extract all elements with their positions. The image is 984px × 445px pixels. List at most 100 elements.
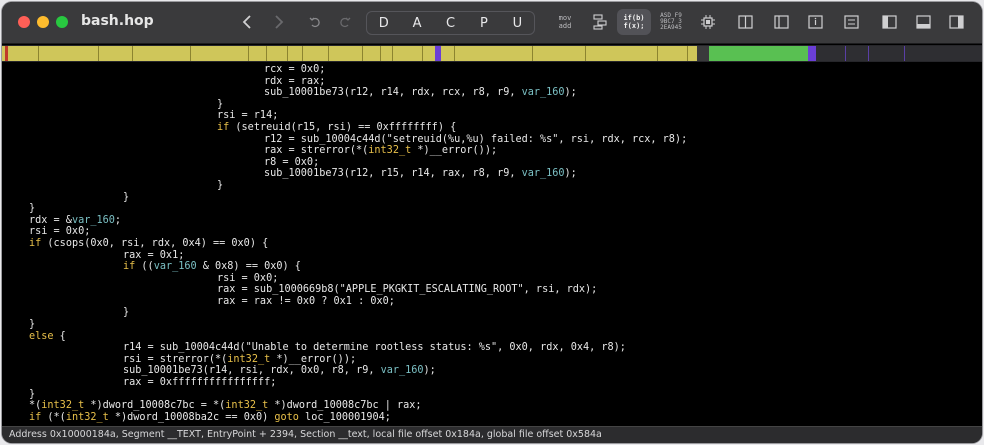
code-line[interactable]: sub_10001be73(r12, r14, rdx, rcx, r8, r9…: [29, 87, 982, 99]
code-token: rsi = r14;: [217, 110, 279, 122]
segment-navigation-bar[interactable]: [2, 45, 982, 62]
code-line[interactable]: sub_10001be73(r12, r15, r14, rax, r8, r9…: [29, 168, 982, 180]
code-line[interactable]: rax = 0xffffffffffffffff;: [29, 377, 982, 389]
mov-label: mov: [558, 14, 572, 22]
segment-divider: [328, 46, 329, 61]
code-line[interactable]: rsi = 0x0;: [29, 226, 982, 238]
keyword-token: if: [217, 121, 230, 133]
code-line[interactable]: }: [29, 180, 982, 192]
toggle-right-sidebar-icon[interactable]: [946, 10, 966, 34]
segment-tick: [868, 46, 869, 61]
code-line[interactable]: if (setreuid(r15, rsi) == 0xffffffff) {: [29, 122, 982, 134]
code-token: *)__error());: [411, 145, 498, 157]
pseudocode-view[interactable]: rcx = 0x0; rdx = rax; sub_10001be73(r12, r…: [2, 62, 982, 426]
toggle-left-sidebar-icon[interactable]: [879, 10, 899, 34]
code-line[interactable]: else {: [29, 331, 982, 343]
segment-divider: [266, 46, 267, 61]
code-token: rax = sub_1000669b8("APPLE_PKGKIT_ESCALA…: [217, 284, 598, 296]
undo-icon[interactable]: [307, 10, 323, 34]
code-token: );: [564, 87, 577, 99]
keyword-token: if: [29, 411, 42, 423]
code-token: rax = 0xffffffffffffffff;: [123, 377, 277, 389]
code-line[interactable]: }: [29, 307, 982, 319]
code-line[interactable]: rax = sub_1000669b8("APPLE_PKGKIT_ESCALA…: [29, 284, 982, 296]
code-line[interactable]: rsi = strerror(*(int32_t *)__error());: [29, 354, 982, 366]
segment-tick: [904, 46, 905, 61]
assembly-view-button[interactable]: mov add: [552, 10, 578, 34]
window-title: bash.hop: [81, 13, 154, 29]
code-line[interactable]: }: [29, 389, 982, 401]
hex-view-button[interactable]: ASD F9 9BC7 3 2EA945: [656, 10, 686, 34]
variable-token: var_160: [71, 214, 115, 226]
back-arrow-icon[interactable]: [238, 10, 256, 34]
if-label: if(b): [623, 14, 645, 22]
segment-tick: [845, 46, 846, 61]
minimize-window-button[interactable]: [37, 16, 49, 28]
code-line[interactable]: r12 = sub_10004c44d("setreuid(%u,%u) fai…: [29, 134, 982, 146]
empty-region: [816, 46, 982, 61]
code-line[interactable]: }: [29, 319, 982, 331]
code-line[interactable]: rdx = rax;: [29, 76, 982, 88]
cpu-icon[interactable]: [698, 10, 718, 34]
mode-undefined-button[interactable]: U: [501, 12, 534, 34]
code-line[interactable]: rax = 0x1;: [29, 250, 982, 262]
keyword-token: else: [29, 330, 54, 342]
mode-ascii-button[interactable]: A: [400, 12, 433, 34]
mode-data-button[interactable]: D: [367, 12, 400, 34]
mode-procedure-button[interactable]: P: [467, 12, 500, 34]
segment-divider: [362, 46, 363, 61]
code-line[interactable]: }: [29, 99, 982, 111]
code-token: r8 = 0x0;: [264, 156, 320, 168]
app-window: bash.hop D A C P U mov add if(b) f(x); A…: [2, 2, 982, 443]
code-line[interactable]: *(int32_t *)dword_10008c7bc = *(int32_t …: [29, 400, 982, 412]
segment-divider: [302, 46, 303, 61]
cfg-view-icon[interactable]: [590, 10, 610, 34]
keyword-token: if: [29, 237, 42, 249]
code-token: }: [29, 388, 36, 400]
variable-token: var_160: [521, 168, 565, 180]
hex-label-3: 2EA945: [660, 24, 682, 31]
gap-region: [697, 46, 709, 61]
zoom-window-button[interactable]: [56, 16, 68, 28]
code-token: }: [217, 179, 224, 191]
segment-divider: [380, 46, 381, 61]
toggle-bottom-panel-icon[interactable]: [913, 10, 933, 34]
close-window-button[interactable]: [18, 16, 30, 28]
segment-divider: [190, 46, 191, 61]
code-line[interactable]: sub_10001be73(r14, rsi, rdx, 0x0, r8, r9…: [29, 365, 982, 377]
code-token: );: [564, 168, 577, 180]
info-panel-icon[interactable]: [805, 10, 825, 34]
code-line[interactable]: if (csops(0x0, rsi, rdx, 0x4) == 0x0) {: [29, 238, 982, 250]
code-line[interactable]: }: [29, 203, 982, 215]
code-line[interactable]: rsi = 0x0;: [29, 273, 982, 285]
segment-map: [2, 46, 982, 61]
code-token: *(: [29, 400, 42, 412]
code-token: }: [29, 319, 36, 331]
code-line[interactable]: rdx = &var_160;: [29, 215, 982, 227]
split-columns-icon[interactable]: [735, 10, 755, 34]
segment-divider: [657, 46, 658, 61]
code-line[interactable]: }: [29, 192, 982, 204]
code-line[interactable]: if (*(int32_t *)dword_10008ba2c == 0x0) …: [29, 412, 982, 424]
code-token: rax = rax != 0x0 ? 0x1 : 0x0;: [217, 295, 395, 307]
code-token: *)__error());: [270, 353, 357, 365]
mode-code-button[interactable]: C: [434, 12, 467, 34]
code-line[interactable]: r8 = 0x0;: [29, 157, 982, 169]
sidebar-left-panel-icon[interactable]: [771, 10, 791, 34]
code-token: {: [53, 330, 66, 342]
segment-divider: [422, 46, 423, 61]
code-line[interactable]: rax = rax != 0x0 ? 0x1 : 0x0;: [29, 296, 982, 308]
code-token: }: [29, 203, 36, 215]
code-token: }: [123, 307, 130, 319]
code-token: & 0x8) == 0x0) {: [196, 261, 301, 273]
code-token: r14 = sub_10004c44d("Unable to determine…: [123, 342, 626, 354]
code-line[interactable]: rcx = 0x0;: [29, 64, 982, 76]
code-line[interactable]: rsi = r14;: [29, 110, 982, 122]
code-line[interactable]: rax = strerror(*(int32_t *)__error());: [29, 145, 982, 157]
pseudocode-view-button[interactable]: if(b) f(x);: [617, 9, 651, 35]
code-line[interactable]: if ((var_160 & 0x8) == 0x0) {: [29, 261, 982, 273]
code-line[interactable]: r14 = sub_10004c44d("Unable to determine…: [29, 342, 982, 354]
settings-sliders-icon[interactable]: [841, 10, 861, 34]
redo-icon[interactable]: [337, 10, 353, 34]
forward-arrow-icon[interactable]: [270, 10, 288, 34]
